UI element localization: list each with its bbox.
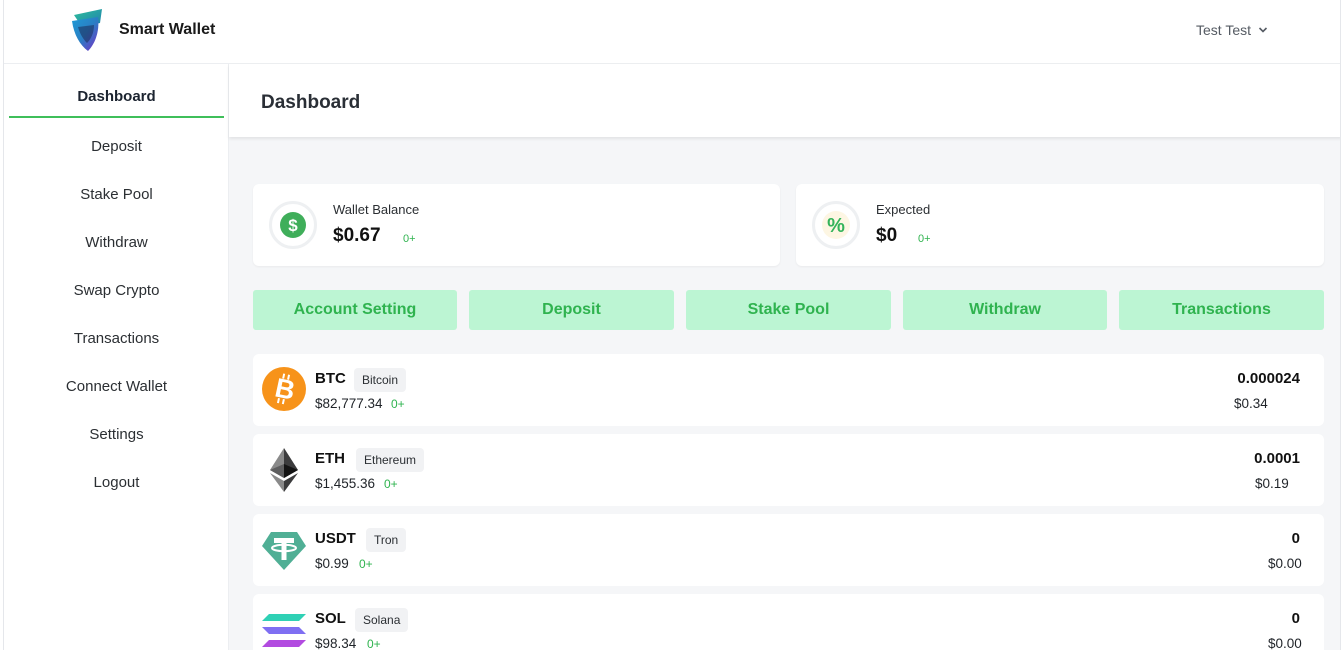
svg-text:%: %	[827, 215, 845, 237]
sidebar-item-deposit[interactable]: Deposit	[9, 138, 224, 155]
page-title: Dashboard	[261, 92, 361, 113]
coin-price: $1,455.36	[315, 476, 376, 491]
account-setting-button[interactable]: Account Setting	[253, 290, 457, 330]
solana-icon	[262, 614, 306, 647]
ethereum-icon	[270, 448, 298, 492]
expected-value: $0	[876, 225, 898, 246]
coin-amount: 0.0001	[1254, 450, 1300, 467]
bitcoin-icon: B	[262, 367, 306, 411]
coin-usd-value: $0.00	[1268, 636, 1302, 650]
coin-row-eth[interactable]: ETH Ethereum $1,455.36 0+ 0.0001 $0.19	[253, 434, 1324, 506]
expected-label: Expected	[876, 202, 931, 217]
svg-text:$: $	[288, 216, 298, 235]
coin-symbol: SOL	[315, 610, 346, 627]
coin-row-usdt[interactable]: USDT Tron $0.99 0+ 0 $0.00	[253, 514, 1324, 586]
sidebar-item-transactions[interactable]: Transactions	[9, 330, 224, 347]
coin-change: 0+	[359, 557, 373, 571]
coin-price: $98.34	[315, 636, 357, 650]
coin-symbol: BTC	[315, 370, 346, 387]
coin-usd-value: $0.34	[1234, 396, 1268, 411]
user-name: Test Test	[1196, 22, 1251, 38]
coin-amount: 0	[1291, 530, 1300, 547]
sidebar-item-connect-wallet[interactable]: Connect Wallet	[9, 378, 224, 395]
coin-symbol: ETH	[315, 450, 345, 467]
coin-row-sol[interactable]: SOL Solana $98.34 0+ 0 $0.00	[253, 594, 1324, 650]
coin-usd-value: $0.19	[1255, 476, 1289, 491]
wallet-balance-value: $0.67	[333, 225, 381, 246]
withdraw-button[interactable]: Withdraw	[903, 290, 1107, 330]
sidebar-item-stake-pool[interactable]: Stake Pool	[9, 186, 224, 203]
coin-change: 0+	[367, 637, 381, 650]
sidebar-item-swap-crypto[interactable]: Swap Crypto	[9, 282, 224, 299]
wallet-balance-change: 0+	[403, 233, 416, 245]
expected-change: 0+	[918, 233, 931, 245]
wallet-balance-card: $ Wallet Balance $0.67 0+	[253, 184, 780, 266]
sidebar-item-dashboard[interactable]: Dashboard	[9, 64, 224, 118]
app-window: Smart Wallet Test Test Dashboard Deposit…	[3, 0, 1341, 650]
coin-symbol: USDT	[315, 530, 356, 547]
dollar-icon: $	[269, 201, 317, 249]
sidebar-item-withdraw[interactable]: Withdraw	[9, 234, 224, 251]
chevron-down-icon	[1258, 27, 1268, 33]
brand[interactable]: Smart Wallet	[70, 7, 215, 53]
stake-pool-button[interactable]: Stake Pool	[686, 290, 891, 330]
coin-change: 0+	[384, 477, 398, 491]
network-badge: Bitcoin	[354, 368, 407, 392]
wallet-balance-label: Wallet Balance	[333, 202, 420, 217]
brand-name: Smart Wallet	[119, 21, 216, 38]
transactions-button[interactable]: Transactions	[1119, 290, 1324, 330]
tether-icon	[262, 532, 306, 570]
network-badge: Ethereum	[356, 448, 425, 472]
coin-change: 0+	[391, 397, 405, 411]
coin-price: $0.99	[315, 556, 349, 571]
main-content: Dashboard $ Wallet Balance $0.67 0+ % Ex…	[229, 64, 1340, 650]
percent-icon: %	[812, 201, 860, 249]
logo-icon	[72, 9, 102, 51]
coin-usd-value: $0.00	[1268, 556, 1302, 571]
coin-amount: 0.000024	[1237, 370, 1300, 387]
sidebar: Dashboard Deposit Stake Pool Withdraw Sw…	[4, 64, 229, 650]
coin-price: $82,777.34	[315, 396, 383, 411]
network-badge: Solana	[355, 608, 409, 632]
user-menu[interactable]: Test Test	[1196, 22, 1268, 38]
network-badge: Tron	[366, 528, 407, 552]
coin-amount: 0	[1291, 610, 1300, 627]
page-header: Dashboard	[229, 64, 1340, 137]
deposit-button[interactable]: Deposit	[469, 290, 674, 330]
top-bar: Smart Wallet Test Test	[4, 0, 1340, 64]
sidebar-item-logout[interactable]: Logout	[9, 474, 224, 491]
expected-card: % Expected $0 0+	[796, 184, 1324, 266]
coin-row-btc[interactable]: B BTC Bitcoin $82,777.34 0+ 0.000024 $0.…	[253, 354, 1324, 426]
sidebar-item-settings[interactable]: Settings	[9, 426, 224, 443]
